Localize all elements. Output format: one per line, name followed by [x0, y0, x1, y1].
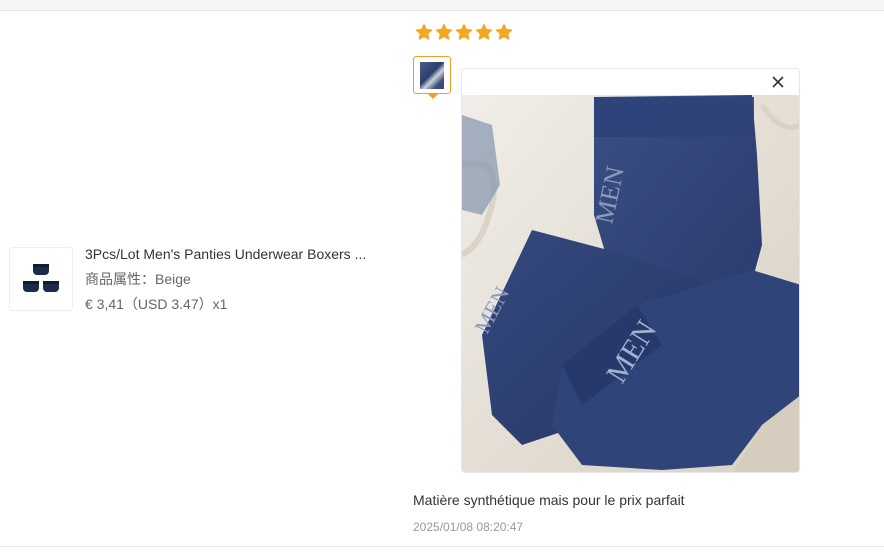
bottom-divider [0, 546, 884, 547]
review-date: 2025/01/08 08:20:47 [413, 520, 524, 534]
boxer-icon [23, 281, 39, 292]
review-photo-thumbnail-image [420, 62, 444, 89]
star-icon [475, 23, 493, 40]
product-thumbnail[interactable] [9, 247, 73, 311]
review-photo-thumbnail[interactable] [413, 56, 451, 99]
top-bar [0, 0, 884, 11]
star-icon [455, 23, 473, 40]
preview-header [462, 69, 799, 95]
product-price: € 3,41（USD 3.47）x1 [85, 296, 228, 312]
review-photo: MEN MEN MEN [462, 95, 799, 472]
product-attribute: 商品属性：Beige [85, 271, 191, 287]
product-name[interactable]: 3Pcs/Lot Men's Panties Underwear Boxers … [85, 247, 366, 261]
review-text: Matière synthétique mais pour le prix pa… [413, 492, 685, 508]
boxer-icon [33, 264, 49, 275]
star-rating [415, 23, 513, 41]
boxer-icon [43, 281, 59, 292]
star-icon [435, 23, 453, 40]
photo-preview: MEN MEN MEN [461, 68, 800, 473]
star-icon [495, 23, 513, 40]
selected-caret-icon [427, 93, 439, 99]
close-icon[interactable] [770, 74, 786, 90]
star-icon [415, 23, 433, 40]
product-summary: 3Pcs/Lot Men's Panties Underwear Boxers … [9, 247, 389, 311]
